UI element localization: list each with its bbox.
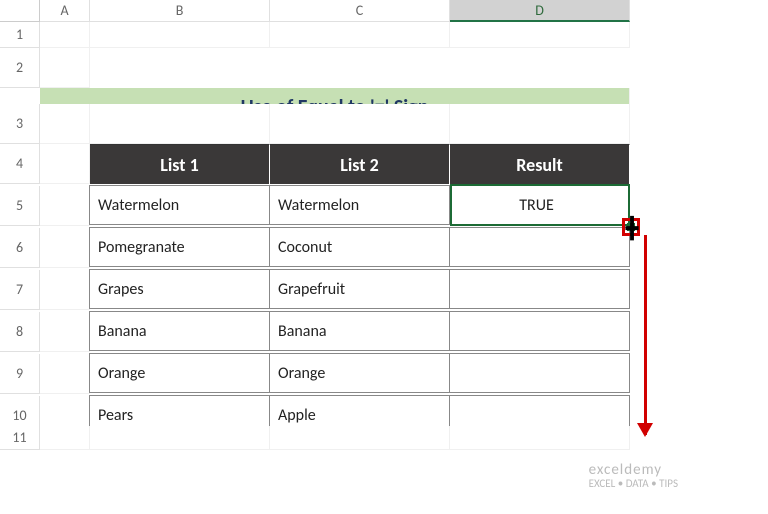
row-header-8[interactable]: 8 <box>0 312 40 352</box>
row-header-6[interactable]: 6 <box>0 228 40 268</box>
cell-C6[interactable]: Coconut <box>269 227 450 267</box>
row-header-1[interactable]: 1 <box>0 22 40 48</box>
cell-A11[interactable] <box>40 426 90 450</box>
cell-D1[interactable] <box>450 22 630 48</box>
cell-A7[interactable] <box>40 270 90 310</box>
row-header-9[interactable]: 9 <box>0 354 40 394</box>
col-header-B[interactable]: B <box>90 0 270 22</box>
cell-B6[interactable]: Pomegranate <box>89 227 270 267</box>
cell-A9[interactable] <box>40 354 90 394</box>
cell-B11[interactable] <box>90 426 270 450</box>
cell-C3[interactable] <box>270 104 450 144</box>
cell-B8[interactable]: Banana <box>89 311 270 351</box>
cell-C1[interactable] <box>270 22 450 48</box>
cell-A3[interactable] <box>40 104 90 144</box>
col-header-D[interactable]: D <box>450 0 630 22</box>
col-header-C[interactable]: C <box>270 0 450 22</box>
cell-A8[interactable] <box>40 312 90 352</box>
cell-A6[interactable] <box>40 228 90 268</box>
row-header-3[interactable]: 3 <box>0 104 40 144</box>
cell-A1[interactable] <box>40 22 90 48</box>
cell-D3[interactable] <box>450 104 630 144</box>
row-header-11[interactable]: 11 <box>0 426 40 450</box>
cell-D9[interactable] <box>449 353 630 393</box>
cell-A4[interactable] <box>40 144 90 184</box>
cell-C8[interactable]: Banana <box>269 311 450 351</box>
cell-D6[interactable] <box>449 227 630 267</box>
row-header-4[interactable]: 4 <box>0 144 40 184</box>
watermark-tag: EXCEL • DATA • TIPS <box>589 477 678 490</box>
cell-B5[interactable]: Watermelon <box>89 185 270 225</box>
cell-B3[interactable] <box>90 104 270 144</box>
row-header-2[interactable]: 2 <box>0 48 40 88</box>
table-header-c: List 2 <box>270 144 450 184</box>
watermark-brand: exceldemy <box>589 461 662 479</box>
watermark: exceldemy EXCEL • DATA • TIPS <box>589 463 678 489</box>
cell-C7[interactable]: Grapefruit <box>269 269 450 309</box>
cell-B1[interactable] <box>90 22 270 48</box>
cell-B9[interactable]: Orange <box>89 353 270 393</box>
cell-B7[interactable]: Grapes <box>89 269 270 309</box>
cell-D11[interactable] <box>450 426 630 450</box>
cell-D8[interactable] <box>449 311 630 351</box>
cell-A5[interactable] <box>40 186 90 226</box>
cell-C11[interactable] <box>270 426 450 450</box>
row-header-7[interactable]: 7 <box>0 270 40 310</box>
cell-D7[interactable] <box>449 269 630 309</box>
table-header-b: List 1 <box>90 144 270 184</box>
table-header-d: Result <box>450 144 630 184</box>
cell-C5[interactable]: Watermelon <box>269 185 450 225</box>
col-header-A[interactable]: A <box>40 0 90 22</box>
row-header-5[interactable]: 5 <box>0 186 40 226</box>
cell-D5[interactable]: TRUE <box>449 185 630 225</box>
cell-A2[interactable] <box>40 48 90 88</box>
select-all-corner[interactable] <box>0 0 40 22</box>
cell-C9[interactable]: Orange <box>269 353 450 393</box>
